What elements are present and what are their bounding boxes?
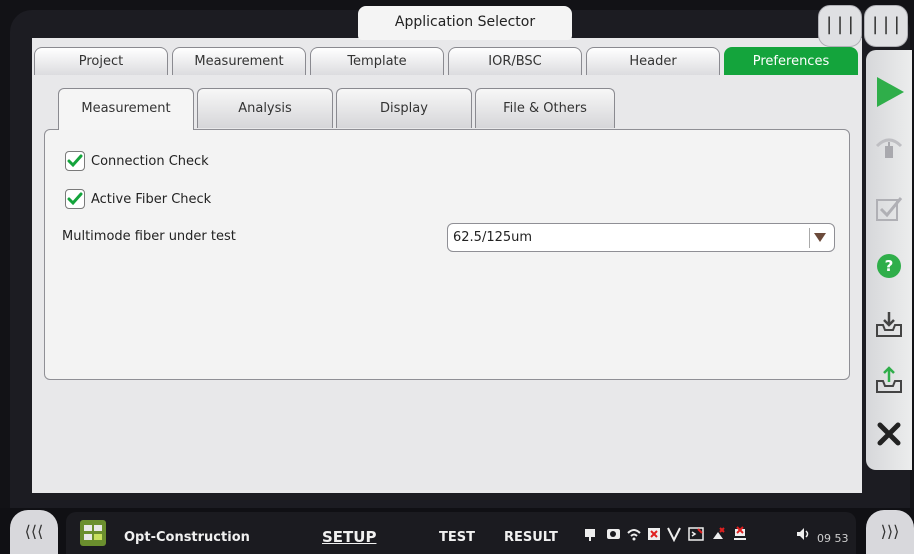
check-icon: [67, 154, 83, 168]
play-icon: [877, 77, 904, 107]
clock: 09 53: [817, 532, 849, 545]
active-fiber-check-row[interactable]: Active Fiber Check: [65, 187, 211, 211]
help-button[interactable]: ?: [866, 244, 912, 288]
tab-header[interactable]: Header: [586, 47, 720, 75]
subtab-measurement[interactable]: Measurement: [58, 88, 194, 130]
toggle-right-icon: |||: [869, 14, 903, 35]
active-fiber-check-checkbox[interactable]: [65, 189, 85, 209]
nav-left-button[interactable]: ⟨⟨⟨: [10, 510, 58, 554]
help-icon: ?: [877, 254, 901, 278]
power-plug-icon: [585, 529, 595, 541]
panel-toggle-button-2[interactable]: |||: [864, 5, 908, 47]
run-button[interactable]: [866, 70, 912, 114]
tab-preferences[interactable]: Preferences: [724, 47, 858, 75]
multimode-fiber-select[interactable]: 62.5/125um: [447, 223, 835, 252]
application-selector-button[interactable]: Application Selector: [358, 6, 572, 40]
remote-button[interactable]: [866, 126, 912, 170]
nav-right-button[interactable]: ⟩⟩⟩: [866, 510, 914, 554]
v-icon: [667, 527, 681, 542]
setup-button[interactable]: SETUP: [322, 528, 376, 546]
import-icon: [876, 312, 902, 337]
checkbox-icon: [876, 197, 903, 221]
wifi-icon: [627, 529, 641, 541]
satellite-icon: [713, 527, 725, 539]
import-button[interactable]: [866, 302, 912, 346]
network-icon: [734, 526, 746, 540]
verify-button[interactable]: [866, 186, 912, 230]
test-button[interactable]: TEST: [439, 530, 475, 545]
subtab-display[interactable]: Display: [336, 88, 472, 128]
camera-icon: [607, 529, 620, 539]
multimode-fiber-label: Multimode fiber under test: [62, 229, 236, 244]
tab-measurement[interactable]: Measurement: [172, 47, 306, 75]
close-icon: [877, 422, 901, 446]
sub-tabs: Measurement Analysis Display File & Othe…: [58, 88, 618, 130]
bluetooth-icon: [648, 528, 660, 540]
multimode-fiber-value: 62.5/125um: [453, 230, 533, 245]
export-button[interactable]: [866, 358, 912, 402]
check-icon: [67, 192, 83, 206]
subtab-file-others[interactable]: File & Others: [475, 88, 615, 128]
tab-project[interactable]: Project: [34, 47, 168, 75]
remote-icon: [875, 138, 903, 158]
svg-text:?: ?: [885, 257, 894, 275]
app-icon[interactable]: [80, 520, 106, 546]
connection-check-row[interactable]: Connection Check: [65, 149, 209, 173]
main-tabs: Project Measurement Template IOR/BSC Hea…: [34, 47, 862, 77]
chevrons-right-icon: ⟩⟩⟩: [880, 522, 900, 541]
tab-ior-bsc[interactable]: IOR/BSC: [448, 47, 582, 75]
subtab-analysis[interactable]: Analysis: [197, 88, 333, 128]
panel-toggle-button[interactable]: |||: [818, 5, 862, 47]
right-toolbar: ?: [866, 50, 912, 470]
toggle-left-icon: |||: [823, 14, 857, 35]
active-fiber-check-label: Active Fiber Check: [91, 191, 212, 207]
app-name-label: Opt-Construction: [124, 530, 250, 545]
chevrons-left-icon: ⟨⟨⟨: [24, 522, 44, 541]
terminal-icon: [688, 527, 704, 541]
export-icon: [876, 366, 902, 393]
dropdown-arrow-icon[interactable]: [809, 228, 830, 248]
close-button[interactable]: [866, 412, 912, 456]
result-button[interactable]: RESULT: [504, 530, 558, 545]
connection-check-checkbox[interactable]: [65, 151, 85, 171]
tab-template[interactable]: Template: [310, 47, 444, 75]
speaker-icon: [797, 528, 809, 540]
connection-check-label: Connection Check: [91, 153, 209, 169]
